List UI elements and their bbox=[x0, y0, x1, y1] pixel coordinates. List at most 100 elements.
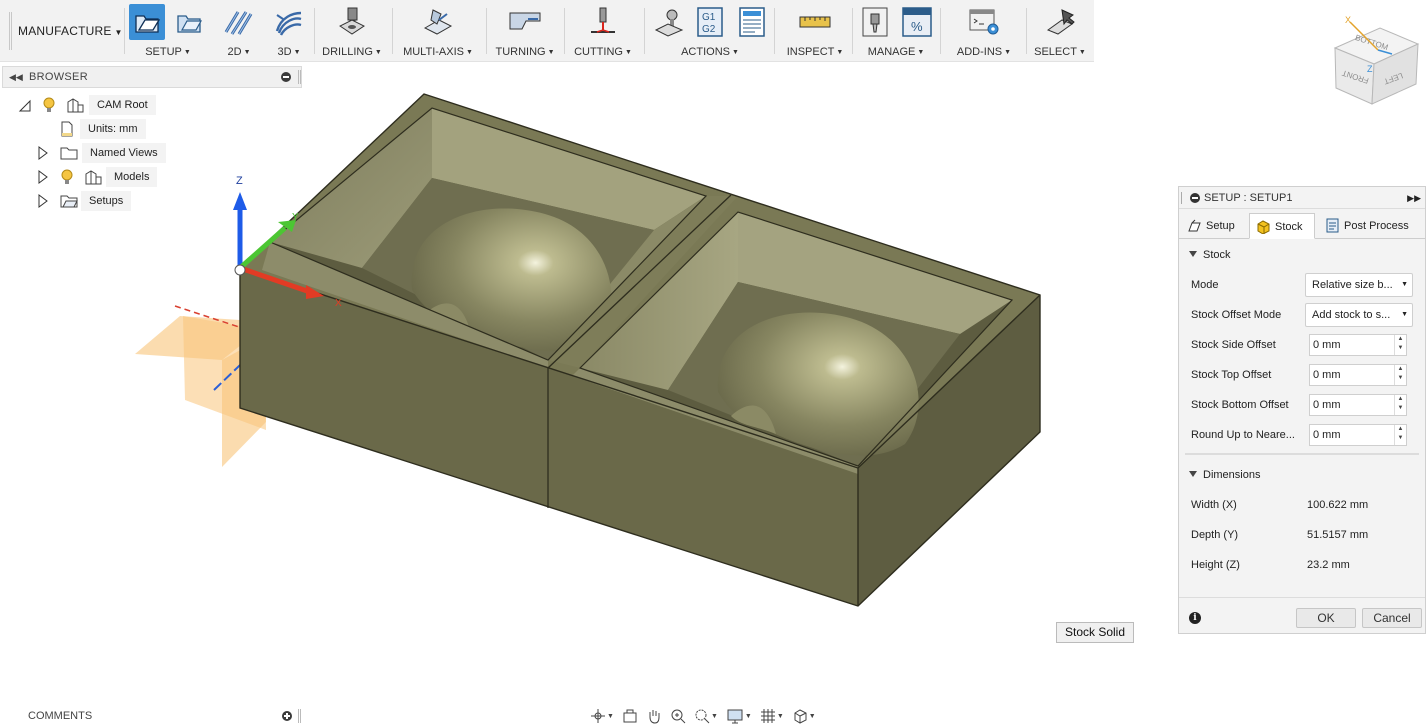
toolbar-group-manage: % MANAGE ▼ bbox=[856, 0, 936, 62]
spinner-arrows-icon[interactable]: ▲ ▼ bbox=[1394, 395, 1406, 415]
measure-icon[interactable] bbox=[797, 4, 833, 40]
info-icon[interactable]: i bbox=[1189, 612, 1201, 624]
tab-post-process-label: Post Process bbox=[1344, 220, 1409, 232]
lightbulb-icon[interactable] bbox=[42, 97, 56, 113]
group-label-drilling[interactable]: DRILLING bbox=[322, 46, 373, 58]
2d-adaptive-icon[interactable] bbox=[221, 4, 257, 40]
post-process-icon[interactable]: G1 G2 bbox=[692, 4, 728, 40]
dialog-grip[interactable] bbox=[1181, 192, 1183, 204]
setup-tab-icon bbox=[1188, 219, 1201, 232]
setup-dialog-header[interactable]: SETUP : SETUP1 ▶▶ bbox=[1179, 187, 1425, 209]
comments-resize-grip[interactable] bbox=[298, 709, 301, 723]
drill-icon[interactable] bbox=[334, 4, 370, 40]
new-setup-icon[interactable] bbox=[129, 4, 165, 40]
scripts-addins-icon[interactable] bbox=[966, 4, 1002, 40]
tab-post-process[interactable]: Post Process bbox=[1319, 213, 1423, 239]
tool-library-icon[interactable] bbox=[857, 4, 893, 40]
browser-panel-header[interactable]: ◀◀ BROWSER bbox=[2, 66, 302, 88]
minimize-browser-icon[interactable] bbox=[281, 72, 291, 82]
side-offset-input[interactable]: 0 mm ▲ ▼ bbox=[1309, 334, 1407, 356]
ok-button[interactable]: OK bbox=[1296, 608, 1356, 628]
group-label-setup[interactable]: SETUP bbox=[145, 46, 182, 58]
bottom-offset-input[interactable]: 0 mm ▲ ▼ bbox=[1309, 394, 1407, 416]
width-label: Width (X) bbox=[1191, 499, 1237, 511]
round-up-input[interactable]: 0 mm ▲ ▼ bbox=[1309, 424, 1407, 446]
tab-stock[interactable]: Stock bbox=[1249, 213, 1315, 239]
group-label-manage[interactable]: MANAGE bbox=[868, 46, 916, 58]
group-label-2d[interactable]: 2D bbox=[228, 46, 242, 58]
setups-folder-icon bbox=[60, 195, 78, 208]
zoom-icon[interactable] bbox=[670, 707, 686, 725]
toolbar: MANUFACTURE ▼ SETUP ▼ 2D ▼ 3D ▼ DRILLING… bbox=[0, 0, 1094, 62]
toolbar-grip[interactable] bbox=[9, 12, 12, 50]
grid-settings-icon[interactable]: ▼ bbox=[760, 707, 784, 725]
cutting-icon[interactable] bbox=[585, 4, 621, 40]
workspace-label: MANUFACTURE bbox=[18, 24, 112, 38]
multi-axis-icon[interactable] bbox=[420, 4, 456, 40]
tree-item-cam-root[interactable]: CAM Root bbox=[18, 95, 188, 115]
width-value: 100.622 mm bbox=[1307, 499, 1369, 511]
orbit-icon[interactable]: ▼ bbox=[590, 707, 614, 725]
group-label-multi-axis[interactable]: MULTI-AXIS bbox=[403, 46, 464, 58]
setup-folder-icon[interactable] bbox=[171, 4, 207, 40]
collapsed-triangle-icon[interactable] bbox=[36, 191, 50, 211]
cancel-button[interactable]: Cancel bbox=[1362, 608, 1422, 628]
tree-item-named-views[interactable]: Named Views bbox=[36, 143, 176, 163]
viewports-icon[interactable]: ▼ bbox=[792, 707, 816, 725]
workspace-switcher[interactable]: MANUFACTURE ▼ bbox=[18, 16, 122, 46]
group-label-select[interactable]: SELECT bbox=[1034, 46, 1077, 58]
section-expand-icon bbox=[1189, 251, 1197, 257]
turning-icon[interactable] bbox=[507, 4, 543, 40]
collapse-dialog-icon[interactable] bbox=[1190, 193, 1200, 203]
group-label-inspect[interactable]: INSPECT bbox=[787, 46, 835, 58]
pan-hand-icon[interactable] bbox=[646, 707, 662, 725]
tree-item-units[interactable]: Units: mm bbox=[58, 119, 168, 139]
expand-comments-icon[interactable] bbox=[282, 711, 292, 721]
comments-panel-header[interactable]: COMMENTS bbox=[2, 706, 302, 726]
mode-select[interactable]: Relative size b... ▼ bbox=[1305, 273, 1413, 297]
tree-item-setups[interactable]: Setups bbox=[36, 191, 146, 211]
fit-zoom-icon[interactable]: ▼ bbox=[694, 707, 718, 725]
browser-resize-grip[interactable] bbox=[298, 70, 301, 84]
toolbar-divider bbox=[314, 8, 315, 54]
spinner-arrows-icon[interactable]: ▲ ▼ bbox=[1394, 425, 1406, 445]
dimensions-section-header[interactable]: Dimensions bbox=[1189, 465, 1260, 485]
3d-adaptive-icon[interactable] bbox=[271, 4, 307, 40]
templates-icon[interactable]: % bbox=[899, 4, 935, 40]
templates-percent: % bbox=[911, 19, 923, 34]
spinner-arrows-icon[interactable]: ▲ ▼ bbox=[1394, 365, 1406, 385]
select-arrow-icon[interactable] bbox=[1042, 4, 1078, 40]
toolbar-group-3d: 3D ▼ bbox=[266, 0, 312, 62]
browser-title: BROWSER bbox=[29, 71, 88, 83]
display-settings-icon[interactable]: ▼ bbox=[726, 707, 752, 725]
stock-solid[interactable] bbox=[239, 93, 1041, 607]
toolbar-divider bbox=[852, 8, 853, 54]
top-offset-input[interactable]: 0 mm ▲ ▼ bbox=[1309, 364, 1407, 386]
view-cube[interactable]: BOTTOM FRONT LEFT X Z bbox=[1333, 15, 1420, 105]
section-divider bbox=[1185, 453, 1419, 455]
setup-sheet-icon[interactable] bbox=[734, 4, 770, 40]
collapsed-triangle-icon[interactable] bbox=[36, 167, 50, 187]
collapsed-triangle-icon[interactable] bbox=[36, 143, 50, 163]
stock-offset-mode-select[interactable]: Add stock to s... ▼ bbox=[1305, 303, 1413, 327]
group-label-turning[interactable]: TURNING bbox=[495, 46, 545, 58]
group-label-3d[interactable]: 3D bbox=[278, 46, 292, 58]
stock-section-header[interactable]: Stock bbox=[1189, 245, 1231, 265]
tree-item-models[interactable]: Models bbox=[36, 167, 166, 187]
group-label-add-ins[interactable]: ADD-INS bbox=[957, 46, 1002, 58]
mode-label: Mode bbox=[1191, 279, 1219, 291]
lightbulb-icon[interactable] bbox=[60, 169, 74, 185]
collapse-browser-icon[interactable]: ◀◀ bbox=[9, 67, 23, 87]
expand-dialog-icon[interactable]: ▶▶ bbox=[1407, 187, 1421, 209]
comments-title: COMMENTS bbox=[28, 710, 93, 722]
simulate-icon[interactable] bbox=[650, 4, 686, 40]
spinner-arrows-icon[interactable]: ▲ ▼ bbox=[1394, 335, 1406, 355]
group-label-cutting[interactable]: CUTTING bbox=[574, 46, 623, 58]
expanded-triangle-icon[interactable] bbox=[18, 95, 32, 115]
tab-setup[interactable]: Setup bbox=[1181, 213, 1249, 239]
group-label-actions[interactable]: ACTIONS bbox=[681, 46, 730, 58]
toolbar-divider bbox=[774, 8, 775, 54]
viewcube-axis-x: X bbox=[1345, 15, 1351, 25]
look-at-icon[interactable] bbox=[622, 707, 638, 725]
toolbar-group-cutting: CUTTING ▼ bbox=[568, 0, 638, 62]
